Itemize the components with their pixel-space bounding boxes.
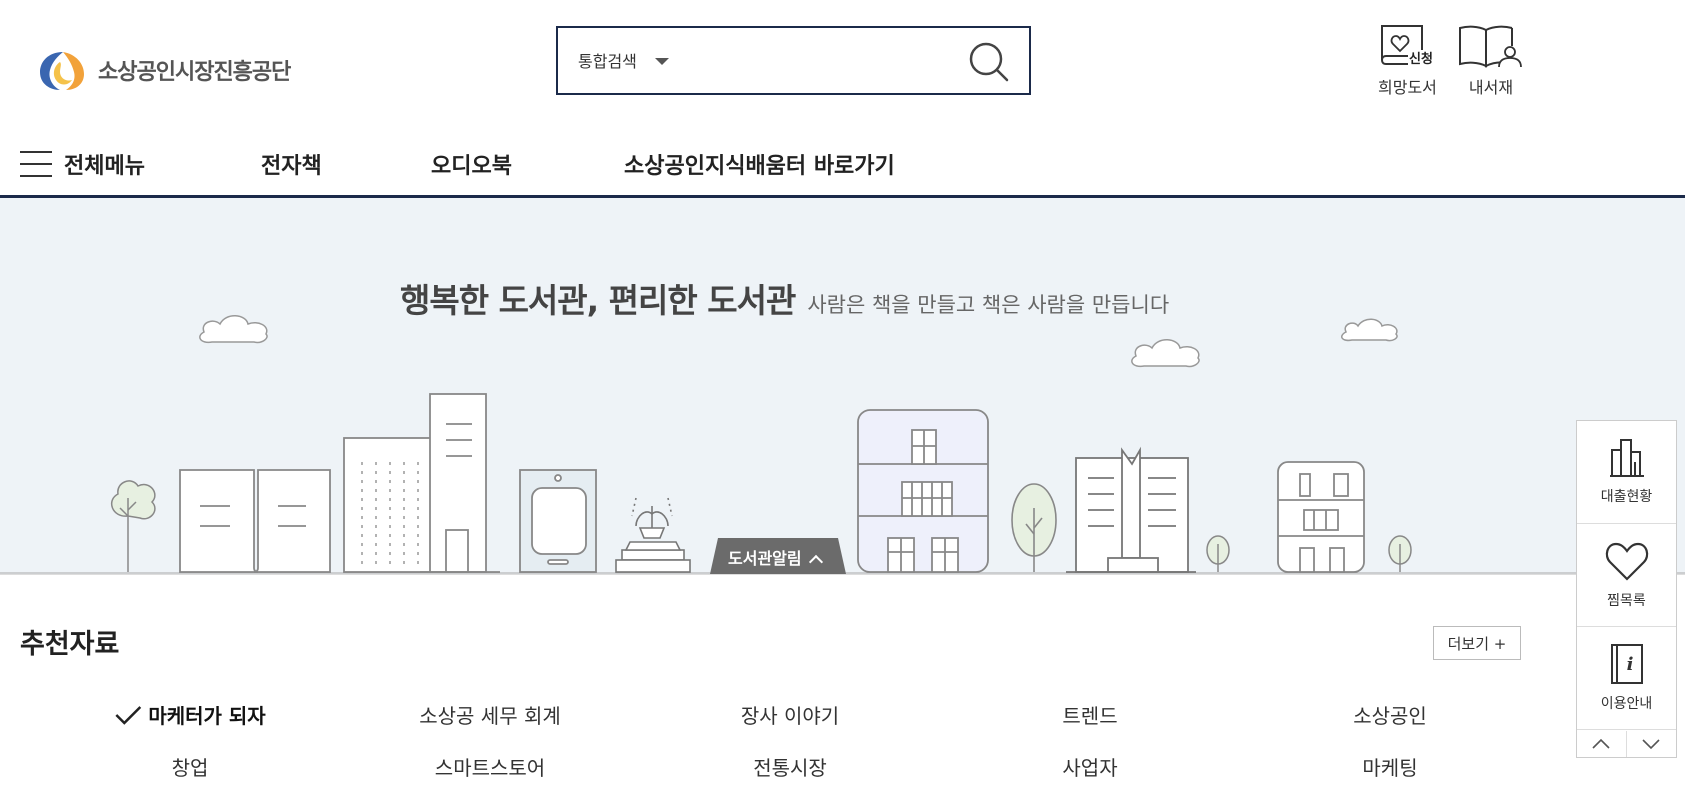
keyword-marketer[interactable]: 마케터가 되자 [114,700,266,729]
library-notice-label: 도서관알림 [728,545,824,570]
logo-text: 소상공인시장진흥공단 [98,60,291,85]
quick-arrows [1577,731,1676,757]
quick-guide-label: 이용안내 [1600,696,1653,712]
cityscape-illustration [0,315,1685,574]
hero-divider [0,574,1685,575]
nav-item-ebook[interactable]: 전자책 [261,148,322,180]
loan-status-icon [1609,439,1644,477]
site-logo[interactable]: 소상공인시장진흥공단 [38,48,291,92]
keyword-tax[interactable]: 소상공 세무 회계 [419,700,561,729]
all-menu-button[interactable]: 전체메뉴 [20,148,145,180]
heart-icon [1605,542,1648,581]
more-button[interactable]: 더보기 + [1433,626,1521,660]
quick-loan-status-label: 대출현황 [1600,489,1653,505]
quick-wishlist[interactable]: 찜목록 [1577,524,1676,627]
logo-mark-icon [40,52,84,90]
svg-text:i: i [1626,654,1633,675]
library-notice-tab[interactable]: 도서관알림 [710,538,846,574]
keyword-marketing[interactable]: 마케팅 [1362,752,1417,781]
my-library-label: 내서재 [1468,78,1514,97]
nav-item-audiobook[interactable]: 오디오북 [431,148,512,180]
quick-loan-status[interactable]: 대출현황 [1577,421,1676,524]
keyword-smallbiz[interactable]: 소상공인 [1353,700,1427,729]
keyword-trend[interactable]: 트렌드 [1062,700,1117,729]
chevron-down-icon [654,57,669,65]
search-scope-select[interactable]: 통합검색 [578,48,669,72]
search-box: 통합검색 [556,26,1031,95]
hero-title: 행복한 도서관, 편리한 도서관 [400,281,796,320]
my-library-button[interactable]: 내서재 [1458,24,1524,98]
hero-title-group: 행복한 도서관, 편리한 도서관 사람은 책을 만들고 책은 사람을 만듭니다 [400,274,1169,322]
wish-book-button[interactable]: 신청 희망도서 [1378,24,1437,98]
my-library-icon [1459,25,1522,68]
recommended-title: 추천자료 [20,629,120,660]
hero-banner: 행복한 도서관, 편리한 도서관 사람은 책을 만들고 책은 사람을 만듭니다 … [0,198,1685,574]
quick-wishlist-label: 찜목록 [1607,593,1646,609]
wish-book-label: 희망도서 [1378,78,1437,97]
search-input[interactable] [698,42,958,80]
keyword-smartstore[interactable]: 스마트스토어 [435,752,545,781]
chevron-up-icon [809,554,824,570]
header: 소상공인시장진흥공단 통합검색 신청 희망도서 내서재 [0,0,1685,120]
search-icon[interactable] [967,40,1011,84]
wish-book-icon: 신청 [1381,25,1435,67]
keyword-market[interactable]: 전통시장 [753,752,827,781]
svg-text:신청: 신청 [1409,51,1433,67]
search-scope-label: 통합검색 [578,52,637,71]
hero-subtitle: 사람은 책을 만들고 책은 사람을 만듭니다 [807,293,1170,317]
keyword-business[interactable]: 사업자 [1062,752,1117,781]
main-nav: 전체메뉴 전자책 오디오북 소상공인지식배움터 바로가기 [0,120,1685,198]
chevron-up-icon [1592,738,1610,749]
scroll-down-button[interactable] [1627,731,1677,757]
hamburger-icon [20,151,52,177]
info-book-icon: i [1610,644,1643,684]
chevron-down-icon [1642,739,1660,750]
all-menu-label: 전체메뉴 [64,154,145,179]
quick-guide[interactable]: i 이용안내 [1577,627,1676,730]
keyword-story[interactable]: 장사 이야기 [741,700,839,729]
keyword-startup[interactable]: 창업 [172,752,209,781]
quick-menu: 대출현황 찜목록 i 이용안내 [1576,420,1677,758]
checkmark-icon [115,705,142,725]
scroll-up-button[interactable] [1577,731,1627,757]
nav-item-learning-link[interactable]: 소상공인지식배움터 바로가기 [624,148,895,180]
